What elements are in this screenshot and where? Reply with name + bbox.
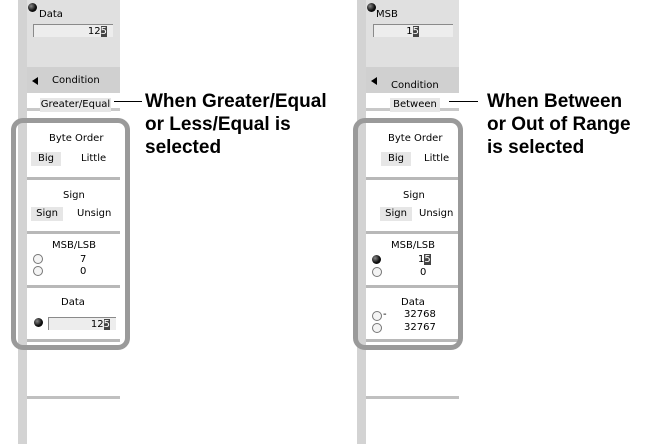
divider xyxy=(366,396,459,399)
top-msb-field[interactable]: 15 xyxy=(373,24,453,37)
callout-line-2: or Out of Range xyxy=(487,114,631,135)
callout-line-3: is selected xyxy=(487,137,585,158)
highlight-frame xyxy=(353,118,463,350)
divider xyxy=(27,396,120,399)
top-data-cursor-digit: 5 xyxy=(100,26,107,37)
callout-line-3: selected xyxy=(145,137,222,158)
condition-label[interactable]: Condition xyxy=(52,75,100,87)
top-msb-label: MSB xyxy=(376,9,398,20)
top-msb-value: 1 xyxy=(406,26,413,37)
highlight-frame xyxy=(11,118,130,350)
condition-value-button[interactable]: Between xyxy=(390,98,440,112)
condition-value-button[interactable]: Greater/Equal xyxy=(40,98,111,112)
top-data-field[interactable]: 125 xyxy=(33,24,113,37)
callout-leader-line xyxy=(449,101,478,102)
data-selected-radio-icon[interactable] xyxy=(28,3,37,12)
top-data-label: Data xyxy=(39,9,63,20)
triangle-left-icon xyxy=(371,77,377,85)
triangle-left-icon xyxy=(32,77,38,85)
callout-line-1: When Between xyxy=(487,91,623,112)
callout-leader-line xyxy=(114,101,142,102)
top-data-value: 12 xyxy=(87,26,101,37)
top-msb-cursor-digit: 5 xyxy=(412,26,419,37)
condition-label[interactable]: Condition xyxy=(391,80,439,92)
msb-selected-radio-icon[interactable] xyxy=(367,3,376,12)
callout-line-2: or Less/Equal is xyxy=(145,114,291,135)
callout-line-1: When Greater/Equal xyxy=(145,91,327,112)
